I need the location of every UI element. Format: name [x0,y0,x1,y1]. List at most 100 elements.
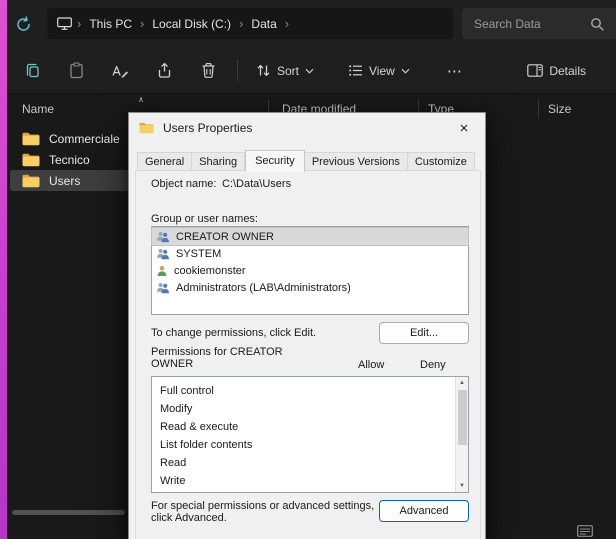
permissions-label-line2: OWNER [151,358,193,370]
tab-customize[interactable]: Customize [408,152,475,171]
column-header-name[interactable]: Name [22,102,54,116]
scroll-up-icon[interactable]: ▲ [456,380,468,386]
paste-icon [68,62,85,79]
share-icon [156,62,173,79]
allow-column-header: Allow [358,359,384,371]
sort-button[interactable]: Sort [248,54,322,88]
statusbar-view-icon[interactable] [577,525,593,537]
file-row-commerciale[interactable]: Commerciale [10,128,130,149]
sort-label: Sort [277,64,299,78]
search-placeholder: Search Data [474,17,541,31]
permission-list-folder-contents: List folder contents [152,436,468,454]
file-row-users[interactable]: Users [10,170,130,191]
search-box[interactable]: Search Data [462,8,616,39]
folder-icon [22,174,40,188]
folder-icon [139,122,154,134]
refresh-button[interactable] [9,10,37,38]
copy-icon [24,62,41,79]
tab-general[interactable]: General [137,152,192,171]
group-user-list: CREATOR OWNER SYSTEM cookiemonster [151,226,469,315]
advanced-hint-line1: For special permissions or advanced sett… [151,500,374,512]
view-button[interactable]: View [340,54,418,88]
paste-button[interactable] [57,54,95,88]
accent-strip [0,0,7,539]
column-header-size[interactable]: Size [548,102,571,116]
permission-read-execute: Read & execute [152,418,468,436]
tab-security[interactable]: Security [245,150,305,172]
close-button[interactable]: × [449,117,479,139]
chevron-down-icon [401,68,410,74]
explorer-topbar: › This PC › Local Disk (C:) › Data › Sea… [7,0,616,48]
group-name: cookiemonster [174,265,246,277]
breadcrumb-local-disk-c[interactable]: Local Disk (C:) [149,15,234,33]
group-name: Administrators (LAB\Administrators) [176,282,351,294]
column-resize-handle[interactable] [538,99,539,118]
folder-icon [22,153,40,167]
group-icon [156,231,170,243]
permission-full-control: Full control [152,382,468,400]
details-view-icon [577,525,593,537]
copy-button[interactable] [13,54,51,88]
rename-button[interactable] [101,54,139,88]
toolbar-divider [237,60,238,82]
sort-icon [256,63,271,78]
scrollbar-thumb[interactable] [458,390,467,445]
breadcrumb-chevron-icon: › [135,16,149,31]
permission-read: Read [152,454,468,472]
folder-icon [22,132,40,146]
advanced-button[interactable]: Advanced [379,500,469,522]
permission-write: Write [152,472,468,490]
permissions-scrollbar[interactable]: ▲ ▼ [455,377,468,492]
this-pc-icon [57,17,72,30]
file-name: Users [49,174,80,188]
advanced-hint-line2: click Advanced. [151,512,227,524]
group-item-system[interactable]: SYSTEM [152,245,468,262]
view-icon [348,63,363,78]
breadcrumb-data[interactable]: Data [248,15,279,33]
breadcrumb-chevron-icon: › [280,16,294,31]
refresh-icon [15,16,32,33]
command-toolbar: Sort View ⋯ Details [7,48,616,94]
address-bar[interactable]: › This PC › Local Disk (C:) › Data › [47,8,453,39]
chevron-down-icon [305,68,314,74]
group-item-administrators[interactable]: Administrators (LAB\Administrators) [152,279,468,296]
tab-sharing[interactable]: Sharing [192,152,245,171]
screen: › This PC › Local Disk (C:) › Data › Sea… [0,0,616,539]
details-pane-icon [527,64,543,77]
permission-modify: Modify [152,400,468,418]
group-icon [156,282,170,294]
group-item-cookiemonster[interactable]: cookiemonster [152,262,468,279]
object-name-value: C:\Data\Users [222,178,291,190]
more-options-button[interactable]: ⋯ [436,54,474,88]
rename-icon [111,63,129,79]
properties-dialog: Users Properties × General Sharing Secur… [128,112,486,539]
scroll-down-icon[interactable]: ▼ [456,483,468,489]
share-button[interactable] [145,54,183,88]
sort-ascending-icon: ∧ [138,95,144,104]
object-name-label: Object name: [151,178,216,190]
dialog-tabs: General Sharing Security Previous Versio… [137,149,475,171]
permissions-list: Full control Modify Read & execute List … [151,376,469,493]
view-label: View [369,64,395,78]
group-user-names-label: Group or user names: [151,213,258,225]
details-button[interactable]: Details [519,54,594,88]
trash-icon [200,62,217,79]
permissions-label-line1: Permissions for CREATOR [151,346,283,358]
breadcrumb-this-pc[interactable]: This PC [86,15,135,33]
deny-column-header: Deny [420,359,446,371]
close-icon: × [460,121,469,136]
delete-button[interactable] [189,54,227,88]
search-icon [590,17,604,31]
breadcrumb-chevron-icon: › [72,16,86,31]
file-row-tecnico[interactable]: Tecnico [10,149,130,170]
group-icon [156,248,170,260]
more-icon: ⋯ [447,62,463,80]
breadcrumb-chevron-icon: › [234,16,248,31]
tab-previous-versions[interactable]: Previous Versions [305,152,408,171]
details-label: Details [549,64,586,78]
edit-button[interactable]: Edit... [379,322,469,344]
group-item-creator-owner[interactable]: CREATOR OWNER [152,228,468,245]
horizontal-scrollbar[interactable] [12,510,125,515]
edit-hint: To change permissions, click Edit. [151,327,316,339]
dialog-titlebar[interactable]: Users Properties [129,113,485,143]
